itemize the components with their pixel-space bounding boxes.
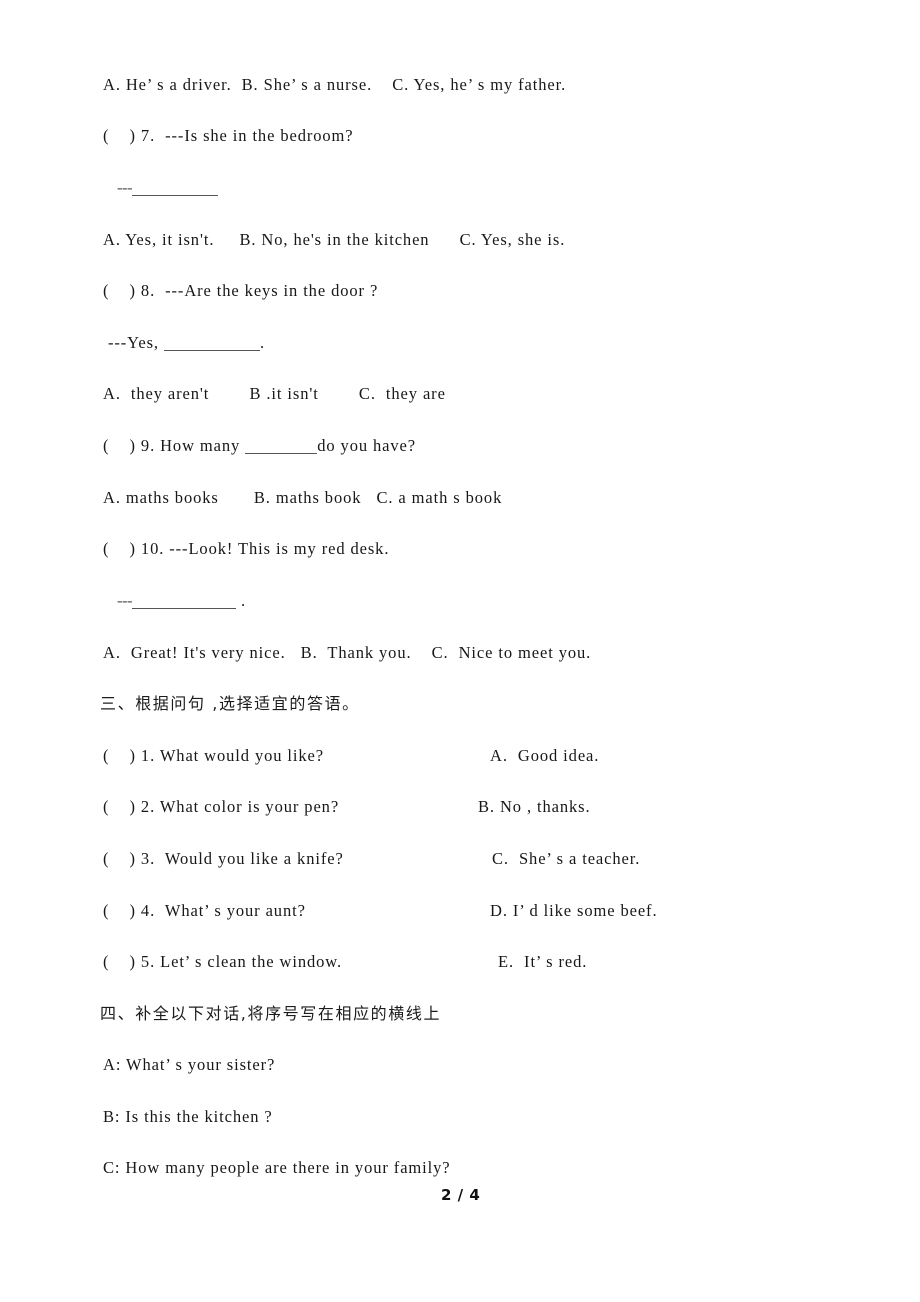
match-item-5-answer: E. It’ s red. [498,952,588,971]
q10-stem: ( ) 10. ---Look! This is my red desk. [103,539,390,558]
q7-answer-blank[interactable] [131,184,218,196]
q7-stem: ( ) 7. ---Is she in the bedroom? [103,126,354,145]
q7-dash: --- [117,178,132,197]
match-item-1-question: ( ) 1. What would you like? [103,746,324,765]
q9-stem-prefix: ( ) 9. How many [103,436,246,455]
q8-stem: ( ) 8. ---Are the keys in the door ? [103,281,379,300]
match-item-2-question: ( ) 2. What color is your pen? [103,797,340,816]
dialogue-line-c: C: How many people are there in your fam… [103,1158,451,1177]
page-number: 2 / 4 [441,1186,481,1204]
q8-answer-blank[interactable] [163,339,260,351]
q10-options-line: A. Great! It's very nice. B. Thank you. … [103,643,592,662]
match-item-4-answer: D. I’ d like some beef. [490,901,658,920]
q9-stem: ( ) 9. How many do you have? [103,435,416,457]
q10-answer-blank[interactable] [131,597,236,609]
q7-options-line: A. Yes, it isn't. B. No, he's in the kit… [103,230,566,249]
match-item-5-question: ( ) 5. Let’ s clean the window. [103,952,343,971]
match-item-1-answer: A. Good idea. [490,746,600,765]
dialogue-line-a: A: What’ s your sister? [103,1055,276,1074]
document-page: A. He’ s a driver. B. She’ s a nurse. C.… [0,0,920,1302]
q10-answer-suffix: . [235,591,247,610]
match-item-4-question: ( ) 4. What’ s your aunt? [103,901,306,920]
match-item-3-answer: C. She’ s a teacher. [492,849,641,868]
dialogue-line-b: B: Is this the kitchen ? [103,1107,273,1126]
q8-answer-prefix: ---Yes, [108,333,164,352]
q10-answer-blank-line: --- . [117,590,246,612]
q9-answer-blank[interactable] [245,442,318,454]
q8-options-line: A. they aren't B .it isn't C. they are [103,384,446,403]
q9-options-line: A. maths books B. maths book C. a math s… [103,488,503,507]
q8-answer-suffix: . [259,333,265,352]
q7-answer-blank-line: --- [117,177,218,199]
match-item-3-question: ( ) 3. Would you like a knife? [103,849,344,868]
q6-options-line: A. He’ s a driver. B. She’ s a nurse. C.… [103,75,567,94]
section-four-heading: 四、补全以下对话,将序号写在相应的横线上 [100,1004,442,1023]
match-item-2-answer: B. No , thanks. [478,797,591,816]
section-three-heading: 三、根据问句 ,选择适宜的答语。 [100,694,360,713]
q10-dash: --- [117,591,132,610]
q9-stem-suffix: do you have? [317,436,416,455]
q8-answer-blank-line: ---Yes, . [108,332,265,354]
